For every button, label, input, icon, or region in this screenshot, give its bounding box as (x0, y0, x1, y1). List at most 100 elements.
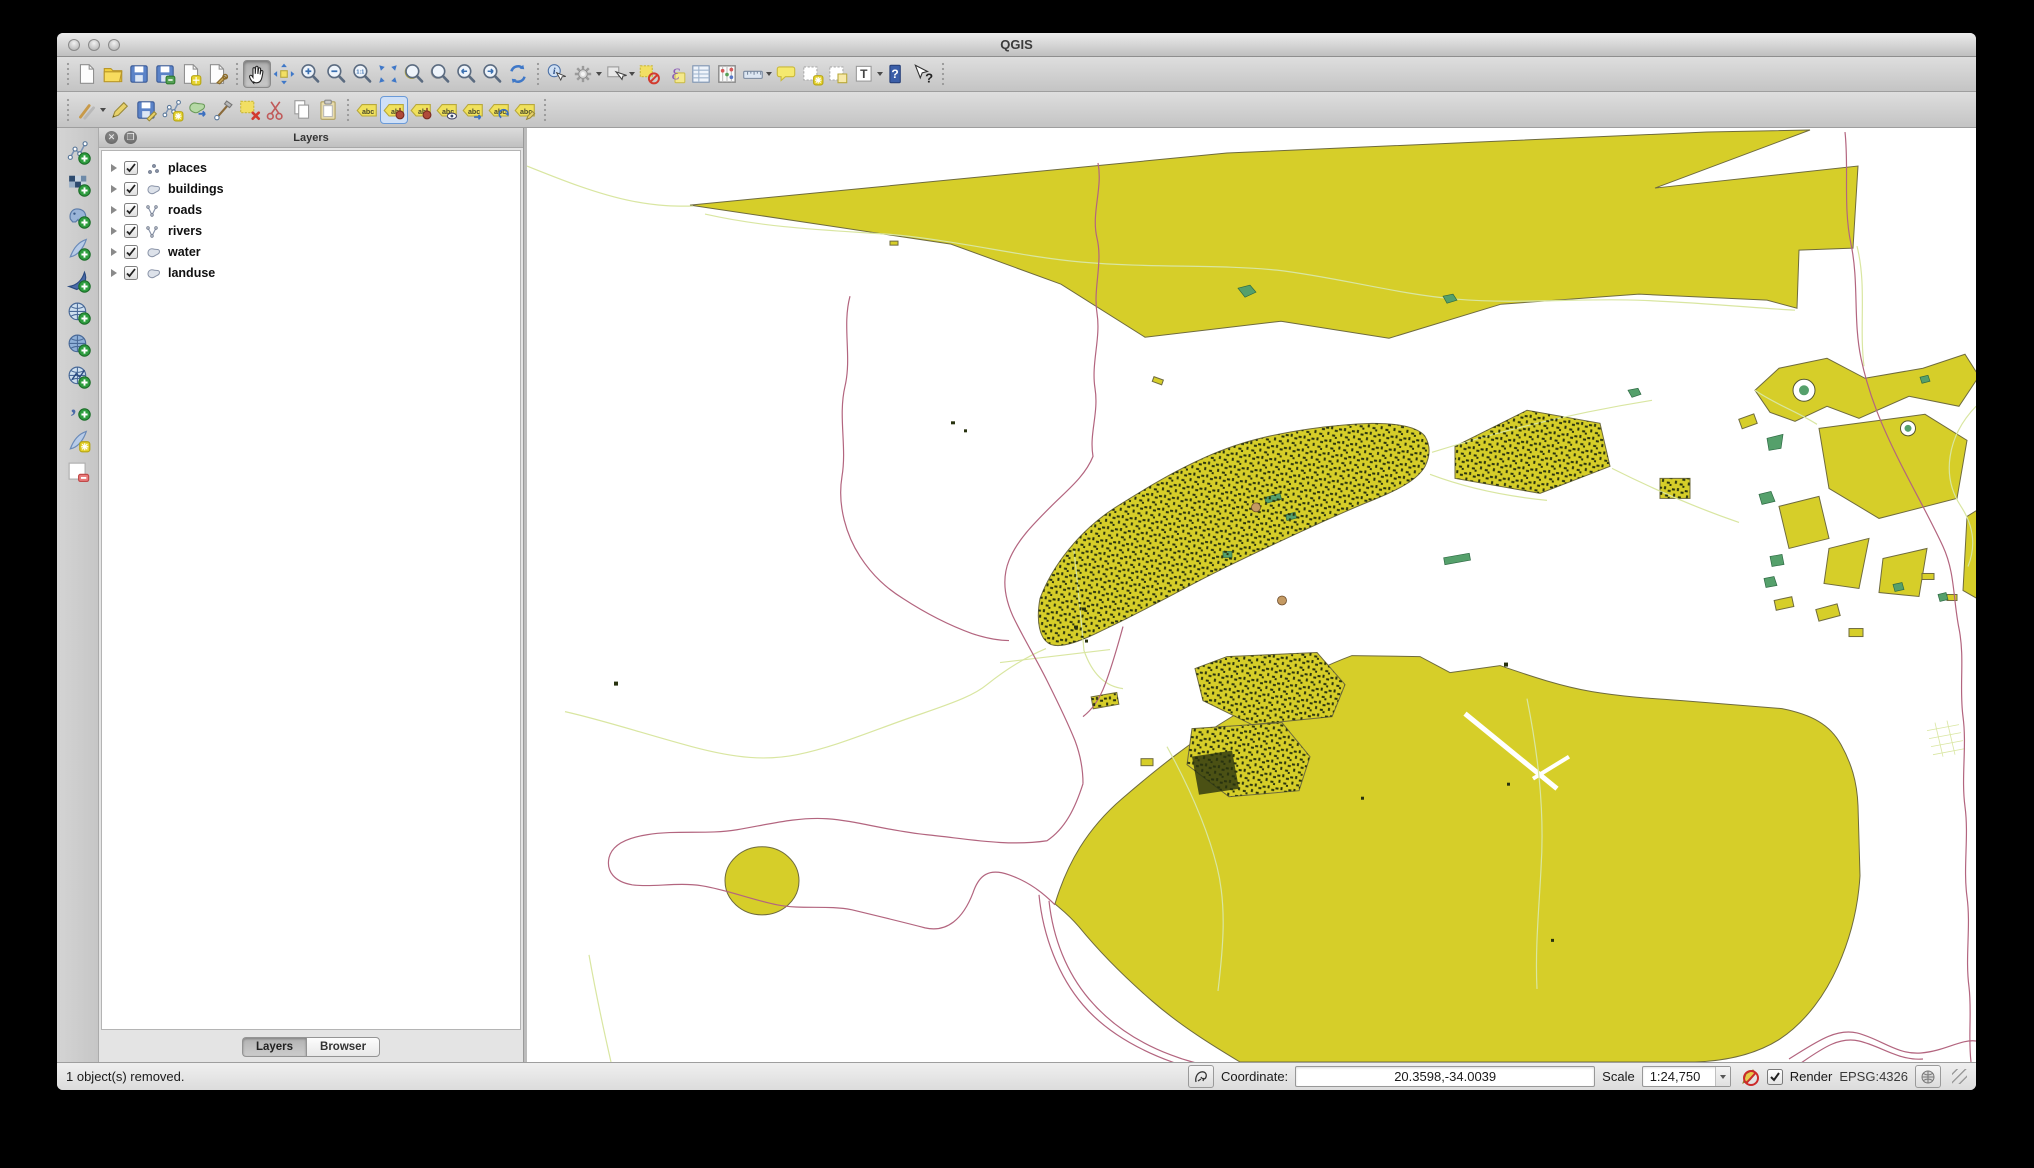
move-feature-button[interactable] (185, 96, 211, 124)
expand-icon[interactable] (111, 248, 117, 256)
dropdown-arrow-icon[interactable] (766, 72, 772, 76)
add-vector-layer-button[interactable] (63, 138, 93, 165)
zoom-to-layer-button[interactable] (427, 60, 453, 88)
move-label-button[interactable]: abc (460, 96, 486, 124)
layer-labeling-options-button[interactable]: abc (354, 96, 380, 124)
zoom-to-selection-button[interactable] (401, 60, 427, 88)
pin-unpin-labels-button[interactable]: ab (380, 96, 408, 124)
cut-features-button[interactable] (263, 96, 289, 124)
layer-checkbox[interactable] (124, 224, 138, 238)
show-bookmarks-button[interactable] (825, 60, 851, 88)
highlight-pinned-labels-button[interactable]: ab (408, 96, 434, 124)
coordinate-input[interactable]: 20.3598,-34.0039 (1295, 1066, 1595, 1087)
composer-manager-button[interactable] (204, 60, 230, 88)
identify-button[interactable]: i (544, 60, 570, 88)
show-hide-labels-button[interactable]: abc (434, 96, 460, 124)
toolbar-handle[interactable] (63, 98, 72, 122)
toolbar-handle[interactable] (533, 62, 542, 86)
dropdown-arrow-icon[interactable] (596, 72, 602, 76)
toggle-editing-button[interactable] (107, 96, 133, 124)
pan-to-selection-button[interactable] (271, 60, 297, 88)
stop-render-icon[interactable] (1738, 1066, 1760, 1088)
zoom-full-button[interactable] (375, 60, 401, 88)
remove-layer-button[interactable] (63, 458, 93, 485)
layer-checkbox[interactable] (124, 161, 138, 175)
add-raster-layer-button[interactable] (63, 170, 93, 197)
zoom-in-button[interactable] (297, 60, 323, 88)
new-spatialite-layer-button[interactable] (63, 426, 93, 453)
current-edits-button[interactable] (74, 96, 107, 124)
panel-float-icon[interactable]: ❐ (124, 131, 137, 144)
add-delimited-text-layer-button[interactable]: , (63, 394, 93, 421)
node-tool-button[interactable] (211, 96, 237, 124)
paste-features-button[interactable] (315, 96, 341, 124)
tab-layers[interactable]: Layers (242, 1037, 306, 1057)
extents-icon[interactable] (1188, 1065, 1214, 1088)
select-features-button[interactable] (603, 60, 636, 88)
expand-icon[interactable] (111, 164, 117, 172)
change-label-button[interactable]: abc (512, 96, 538, 124)
zoom-last-button[interactable] (453, 60, 479, 88)
scale-dropdown-icon[interactable] (1715, 1067, 1730, 1086)
render-checkbox[interactable] (1767, 1069, 1783, 1085)
zoom-out-button[interactable] (323, 60, 349, 88)
layer-row-buildings[interactable]: buildings (102, 178, 520, 199)
zoom-window-button[interactable] (108, 39, 120, 51)
layer-row-landuse[interactable]: landuse (102, 262, 520, 283)
select-by-expression-button[interactable]: Ɛ (662, 60, 688, 88)
rotate-label-button[interactable]: abc (486, 96, 512, 124)
minimize-window-button[interactable] (88, 39, 100, 51)
zoom-actual-size-button[interactable]: 1:1 (349, 60, 375, 88)
expand-icon[interactable] (111, 185, 117, 193)
copy-features-button[interactable] (289, 96, 315, 124)
add-mssql-layer-button[interactable] (63, 266, 93, 293)
panel-close-icon[interactable]: ✕ (105, 131, 118, 144)
close-window-button[interactable] (68, 39, 80, 51)
add-wms-layer-button[interactable] (63, 298, 93, 325)
pan-map-button[interactable] (243, 60, 271, 88)
tab-browser[interactable]: Browser (306, 1037, 380, 1057)
measure-button[interactable] (740, 60, 773, 88)
layer-row-rivers[interactable]: rivers (102, 220, 520, 241)
expand-icon[interactable] (111, 227, 117, 235)
whats-this-button[interactable]: ? (910, 60, 936, 88)
new-project-button[interactable] (74, 60, 100, 88)
text-annotation-button[interactable]: T (851, 60, 884, 88)
delete-selected-button[interactable] (237, 96, 263, 124)
add-wcs-layer-button[interactable] (63, 330, 93, 357)
crs-globe-button[interactable] (1915, 1065, 1941, 1088)
layer-row-places[interactable]: places (102, 157, 520, 178)
layer-checkbox[interactable] (124, 182, 138, 196)
toolbar-handle[interactable] (938, 62, 947, 86)
add-postgis-layer-button[interactable] (63, 202, 93, 229)
resize-grip[interactable] (1952, 1069, 1967, 1084)
add-spatialite-layer-button[interactable] (63, 234, 93, 261)
help-button[interactable]: ? (884, 60, 910, 88)
save-project-button[interactable] (126, 60, 152, 88)
open-attribute-table-button[interactable] (688, 60, 714, 88)
dropdown-arrow-icon[interactable] (629, 72, 635, 76)
new-bookmark-button[interactable] (799, 60, 825, 88)
scale-combo[interactable]: 1:24,750 (1642, 1066, 1731, 1087)
add-wfs-layer-button[interactable] (63, 362, 93, 389)
toolbar-handle[interactable] (540, 98, 549, 122)
run-feature-action-button[interactable] (570, 60, 603, 88)
save-layer-edits-button[interactable] (133, 96, 159, 124)
new-print-composer-button[interactable] (178, 60, 204, 88)
zoom-next-button[interactable] (479, 60, 505, 88)
map-tips-button[interactable] (773, 60, 799, 88)
refresh-button[interactable] (505, 60, 531, 88)
map-canvas[interactable] (527, 128, 1976, 1062)
save-project-as-button[interactable] (152, 60, 178, 88)
layer-row-water[interactable]: water (102, 241, 520, 262)
layer-checkbox[interactable] (124, 203, 138, 217)
open-project-button[interactable] (100, 60, 126, 88)
toolbar-handle[interactable] (63, 62, 72, 86)
expand-icon[interactable] (111, 206, 117, 214)
statistics-button[interactable] (714, 60, 740, 88)
expand-icon[interactable] (111, 269, 117, 277)
title-bar[interactable]: QGIS (57, 33, 1976, 57)
dropdown-arrow-icon[interactable] (877, 72, 883, 76)
add-feature-button[interactable] (159, 96, 185, 124)
layer-checkbox[interactable] (124, 245, 138, 259)
